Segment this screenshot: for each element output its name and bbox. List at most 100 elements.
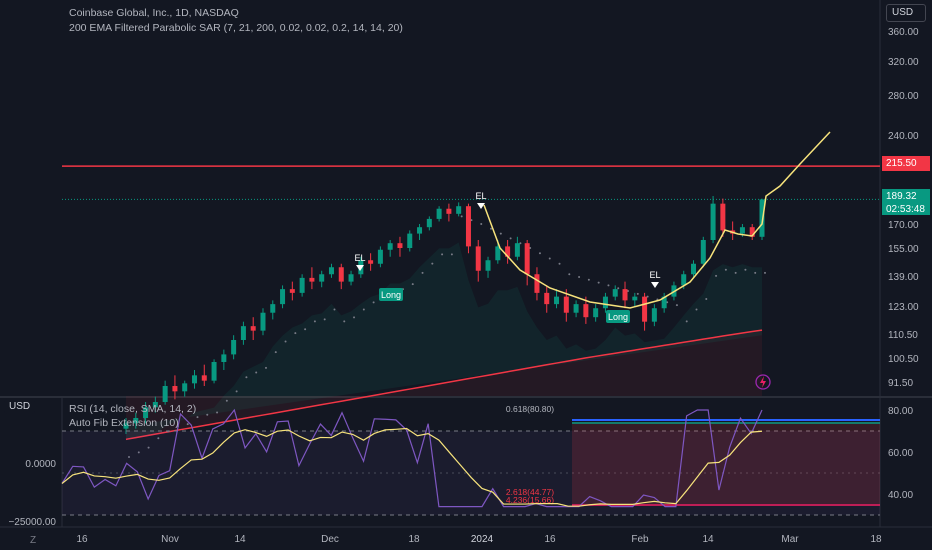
sar-dot	[450, 253, 453, 256]
rsi-left-tick-label: −25000.00	[8, 517, 56, 528]
sar-dot	[411, 283, 414, 286]
sar-dot	[568, 273, 571, 276]
sar-dot	[705, 298, 708, 301]
sar-dot	[362, 308, 365, 311]
currency-button-left[interactable]: USD	[4, 399, 36, 414]
sar-dot	[587, 278, 590, 281]
candle-body	[309, 277, 315, 282]
candle-body	[642, 296, 648, 322]
time-tick-label: 18	[408, 534, 420, 545]
time-tick-label: 16	[76, 534, 88, 545]
sar-dot	[578, 275, 581, 278]
candle-body	[426, 218, 432, 228]
indicator-legend[interactable]: 200 EMA Filtered Parabolic SAR (7, 21, 2…	[69, 21, 403, 35]
candle-body	[328, 267, 334, 275]
sar-dot	[372, 301, 375, 304]
candle-body	[231, 340, 237, 355]
price-tick-label: 155.00	[888, 244, 919, 255]
currency-button[interactable]: USD	[886, 4, 926, 22]
sar-dot	[460, 215, 463, 218]
sar-dot	[274, 351, 277, 354]
price-tick-label: 100.50	[888, 354, 919, 365]
sar-dot	[675, 304, 678, 307]
candle-body	[221, 354, 227, 362]
sar-dot	[754, 271, 757, 274]
candle-body	[593, 308, 599, 318]
fib-top-label: 0.618(80.80)	[506, 404, 554, 414]
sar-dot	[313, 320, 316, 323]
candle-body	[397, 243, 403, 248]
candle-body	[162, 386, 168, 402]
sar-dot	[607, 284, 610, 287]
sar-dot	[421, 271, 424, 274]
countdown-timer: 02:53:48	[886, 204, 925, 215]
sar-dot	[353, 316, 356, 319]
candle-body	[191, 375, 197, 384]
candle-body	[739, 227, 745, 234]
long-signal-label: Long	[381, 290, 401, 300]
candle-body	[632, 296, 638, 301]
time-tick-label: 18	[870, 534, 882, 545]
price-tick-label: 123.00	[888, 302, 919, 313]
candle-body	[182, 383, 188, 392]
candle-body	[446, 208, 452, 214]
chart-svg[interactable]: 360.00 320.00 280.00 240.00 170.00 155.00 139.…	[0, 0, 932, 550]
rsi-tick-label: 80.00	[888, 406, 913, 417]
candle-body	[563, 296, 569, 313]
candle-body	[387, 243, 393, 250]
entry-long-signal: EL	[354, 253, 365, 263]
log-scale-toggle-icon[interactable]: Z	[30, 535, 36, 546]
time-tick-label: 2024	[471, 534, 494, 545]
price-tick-label: 360.00	[888, 27, 919, 38]
candle-body	[622, 289, 628, 301]
time-tick-label: 14	[234, 534, 246, 545]
price-tick-label: 110.50	[888, 330, 918, 341]
candle-body	[524, 243, 530, 275]
candle-body	[554, 296, 560, 305]
rsi-left-tick-label: 0.0000	[25, 459, 56, 470]
candle-body	[456, 206, 462, 214]
entry-long-signal: EL	[475, 191, 486, 201]
time-tick-label: Nov	[161, 534, 179, 545]
time-tick-label: 16	[544, 534, 556, 545]
sar-dot	[499, 232, 502, 235]
candle-body	[514, 243, 520, 257]
candle-body	[475, 246, 481, 271]
candle-body	[534, 274, 540, 293]
sar-dot	[206, 413, 209, 416]
chart-canvas[interactable]: 360.00 320.00 280.00 240.00 170.00 155.00 139.…	[0, 0, 932, 550]
sar-dot	[225, 399, 228, 402]
rsi-legend[interactable]: RSI (14, close, SMA, 14, 2)	[69, 402, 196, 416]
long-signal-label: Long	[608, 312, 628, 322]
candle-body	[417, 227, 423, 234]
sar-dot	[216, 411, 219, 414]
sar-dot	[480, 223, 483, 225]
candle-body	[602, 296, 608, 309]
price-tick-label: 91.50	[888, 378, 913, 389]
symbol-title[interactable]: Coinbase Global, Inc., 1D, NASDAQ	[69, 6, 239, 20]
sar-dot	[597, 281, 600, 284]
candle-body	[710, 203, 716, 240]
price-tick-label: 170.00	[888, 220, 919, 231]
sar-dot	[304, 328, 307, 331]
time-tick-label: 14	[702, 534, 714, 545]
candle-body	[299, 277, 305, 293]
candle-body	[485, 260, 491, 271]
sar-dot	[235, 390, 238, 393]
fib-legend[interactable]: Auto Fib Extension (10)	[69, 416, 179, 430]
candle-body	[544, 292, 550, 305]
candle-body	[465, 206, 471, 247]
time-tick-label: Feb	[631, 534, 649, 545]
sar-dot	[245, 376, 248, 379]
candle-body	[250, 326, 256, 331]
sar-dot	[323, 318, 326, 321]
candle-body	[338, 267, 344, 282]
sar-dot	[734, 271, 737, 274]
sar-dot	[724, 268, 727, 271]
sar-dot	[264, 366, 267, 369]
candle-body	[368, 260, 374, 264]
candle-body	[172, 386, 178, 392]
candle-body	[348, 274, 354, 282]
candle-body	[407, 233, 413, 248]
price-tick-label: 320.00	[888, 57, 919, 68]
